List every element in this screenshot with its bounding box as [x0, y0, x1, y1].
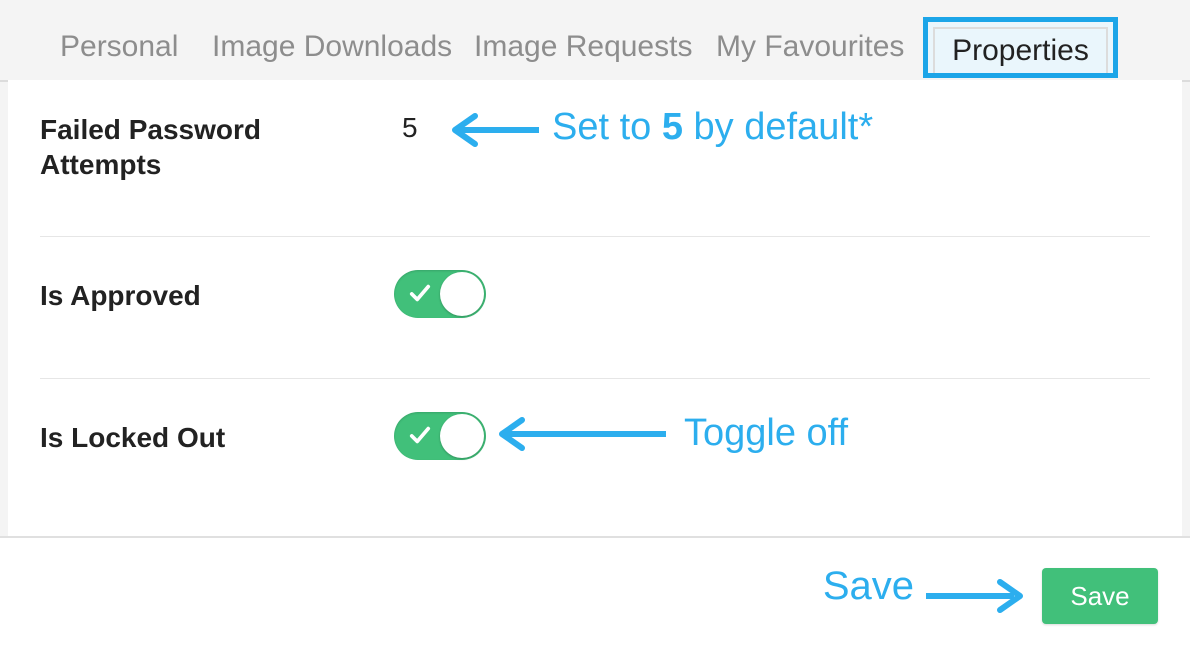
divider [40, 236, 1150, 237]
tab-properties-highlight[interactable]: Properties [923, 17, 1118, 78]
annotation-save: Save [823, 564, 914, 609]
is-approved-label: Is Approved [40, 278, 201, 313]
row-is-locked-out: Is Locked Out Toggle off [40, 398, 1150, 502]
is-approved-toggle[interactable] [394, 270, 486, 318]
toggle-knob [440, 272, 484, 316]
is-locked-out-toggle[interactable] [394, 412, 486, 460]
failed-password-attempts-value[interactable]: 5 [402, 112, 418, 144]
divider [40, 378, 1150, 379]
toggle-knob [440, 414, 484, 458]
arrow-left-icon [445, 112, 541, 148]
tab-personal[interactable]: Personal [60, 32, 178, 62]
tab-bar: Personal Image Downloads Image Requests … [0, 0, 1190, 82]
failed-password-attempts-label: Failed Password Attempts [40, 112, 290, 182]
check-icon [409, 282, 431, 304]
arrow-left-icon [492, 416, 668, 452]
arrow-right-icon [924, 578, 1030, 614]
tab-properties-inner: Properties [933, 27, 1108, 73]
save-button[interactable]: Save [1042, 568, 1158, 624]
row-is-approved: Is Approved [40, 256, 1150, 360]
check-icon [409, 424, 431, 446]
annotation-default-5: Set to 5 by default* [552, 106, 873, 149]
tab-image-requests[interactable]: Image Requests [474, 32, 692, 62]
is-locked-out-label: Is Locked Out [40, 420, 225, 455]
tab-properties-label: Properties [952, 34, 1089, 68]
tab-my-favourites[interactable]: My Favourites [716, 32, 904, 62]
tab-image-downloads[interactable]: Image Downloads [212, 32, 452, 62]
save-bar: Save Save [0, 536, 1190, 650]
row-failed-password-attempts: Failed Password Attempts 5 Set to 5 by d… [40, 106, 1150, 236]
annotation-toggle-off: Toggle off [684, 412, 848, 455]
properties-panel: Failed Password Attempts 5 Set to 5 by d… [8, 80, 1182, 538]
